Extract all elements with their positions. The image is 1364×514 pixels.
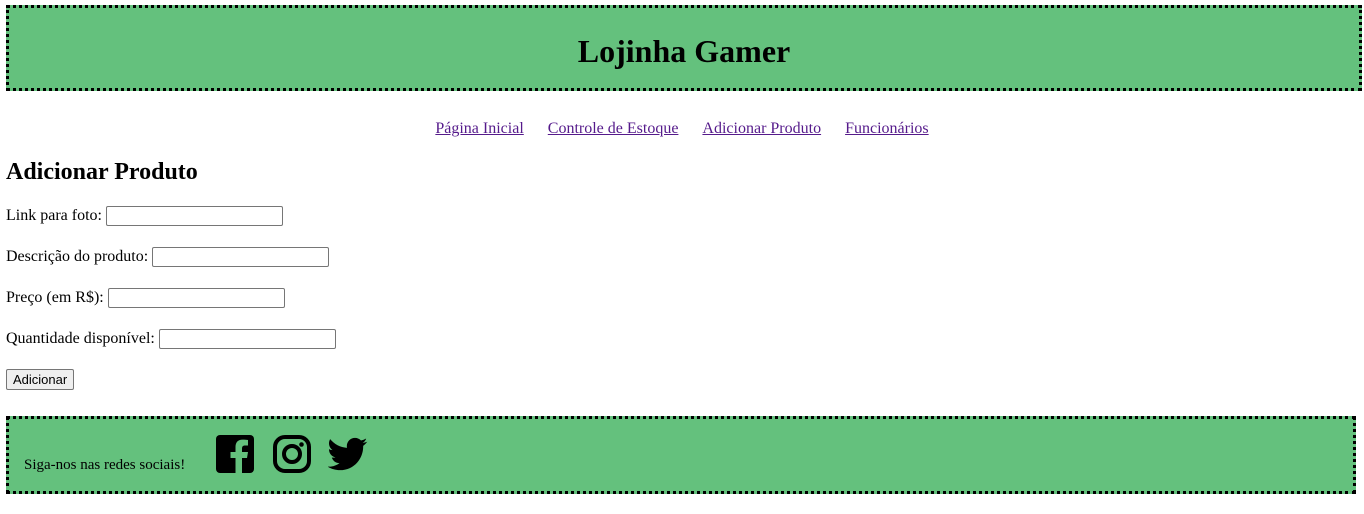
description-label: Descrição do produto: [6,248,149,265]
footer-text: Siga-nos nas redes sociais! [24,457,186,473]
quantity-label: Quantidade disponível: [6,330,155,347]
nav-link-stock-control[interactable]: Controle de Estoque [548,120,679,137]
quantity-input[interactable] [158,329,336,349]
nav-link-home[interactable]: Página Inicial [435,120,523,137]
twitter-icon[interactable] [328,434,368,474]
site-footer: Siga-nos nas redes sociais! [6,416,1356,494]
form-row-photo-link: Link para foto: [6,205,336,246]
main-nav: Página Inicial Controle de Estoque Adici… [0,120,1364,138]
form-row-quantity: Quantidade disponível: [6,328,336,369]
add-product-form: Link para foto: Descrição do produto: Pr… [6,205,336,390]
facebook-icon[interactable] [215,434,255,474]
price-input[interactable] [107,288,285,308]
page-title: Adicionar Produto [6,159,198,185]
nav-link-employees[interactable]: Funcionários [845,120,929,137]
add-button[interactable]: Adicionar [6,369,75,390]
site-header: Lojinha Gamer [6,5,1362,91]
description-input[interactable] [152,247,330,267]
form-row-description: Descrição do produto: [6,246,336,287]
form-row-price: Preço (em R$): [6,287,336,328]
photo-link-input[interactable] [105,206,283,226]
nav-link-add-product[interactable]: Adicionar Produto [702,120,821,137]
instagram-icon[interactable] [272,434,312,474]
photo-link-label: Link para foto: [6,207,102,224]
price-label: Preço (em R$): [6,289,104,306]
site-title: Lojinha Gamer [577,33,791,69]
